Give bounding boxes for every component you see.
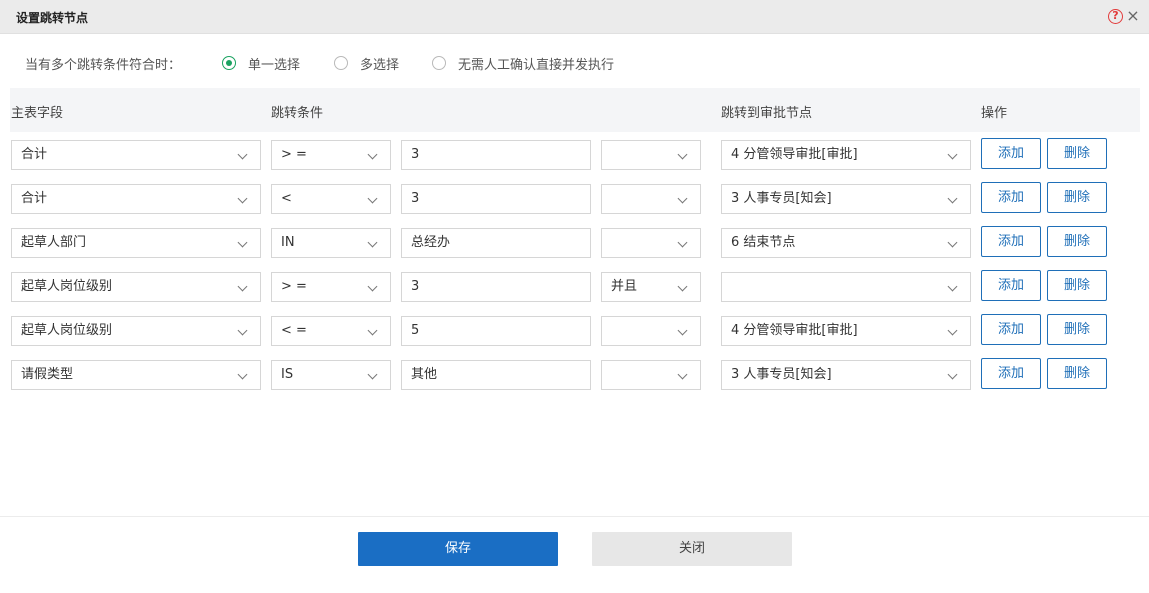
table-row: 合计 < 3 3 人事专员[知会] 添加 删除 [0,182,1149,214]
table-header: 主表字段 跳转条件 跳转到审批节点 操作 [10,88,1140,132]
dialog-title: 设置跳转节点 [16,11,89,25]
add-button[interactable]: 添加 [981,270,1041,301]
add-button[interactable]: 添加 [981,182,1041,213]
table-row: 合计 > = 3 4 分管领导审批[审批] 添加 删除 [0,138,1149,170]
condition-value-input[interactable]: 其他 [401,360,591,390]
operator-select[interactable]: IS [271,360,391,390]
condition-value-input[interactable]: 总经办 [401,228,591,258]
logic-select[interactable] [601,140,701,170]
header-action: 操作 [981,106,1008,121]
chevron-down-icon [677,325,688,336]
radio-circle[interactable] [334,56,348,70]
target-node-select[interactable]: 4 分管领导审批[审批] [721,140,971,170]
logic-select[interactable] [601,316,701,346]
logic-select[interactable] [601,184,701,214]
operator-select[interactable]: > = [271,272,391,302]
target-node-select[interactable] [721,272,971,302]
field-select[interactable]: 合计 [11,140,261,170]
header-target: 跳转到审批节点 [721,106,813,121]
chevron-down-icon [237,149,248,160]
add-button[interactable]: 添加 [981,226,1041,257]
target-node-select[interactable]: 3 人事专员[知会] [721,360,971,390]
delete-button[interactable]: 删除 [1047,270,1107,301]
logic-select[interactable]: 并且 [601,272,701,302]
condition-value-input[interactable]: 3 [401,140,591,170]
chevron-down-icon [367,281,378,292]
chevron-down-icon [367,193,378,204]
table-row: 请假类型 IS 其他 3 人事专员[知会] 添加 删除 [0,358,1149,390]
operator-select[interactable]: IN [271,228,391,258]
close-icon[interactable]: × [1126,6,1140,26]
header-condition: 跳转条件 [271,106,324,121]
radio-concurrent-execute[interactable]: 无需人工确认直接并发执行 [432,54,615,73]
delete-button[interactable]: 删除 [1047,358,1107,389]
chevron-down-icon [237,325,248,336]
chevron-down-icon [947,237,958,248]
radio-circle[interactable] [432,56,446,70]
operator-select[interactable]: > = [271,140,391,170]
chevron-down-icon [367,325,378,336]
delete-button[interactable]: 删除 [1047,226,1107,257]
chevron-down-icon [947,149,958,160]
chevron-down-icon [947,325,958,336]
field-select[interactable]: 合计 [11,184,261,214]
chevron-down-icon [237,237,248,248]
radio-single-select[interactable]: 单一选择 [222,54,301,73]
operator-select[interactable]: < [271,184,391,214]
add-button[interactable]: 添加 [981,358,1041,389]
chevron-down-icon [367,369,378,380]
radio-label: 无需人工确认直接并发执行 [458,57,615,73]
chevron-down-icon [237,281,248,292]
radio-label: 单一选择 [248,57,301,73]
footer-divider [0,516,1149,517]
field-select[interactable]: 起草人部门 [11,228,261,258]
chevron-down-icon [677,149,688,160]
table-row: 起草人部门 IN 总经办 6 结束节点 添加 删除 [0,226,1149,258]
chevron-down-icon [947,281,958,292]
chevron-down-icon [237,193,248,204]
target-node-select[interactable]: 3 人事专员[知会] [721,184,971,214]
table-row: 起草人岗位级别 < = 5 4 分管领导审批[审批] 添加 删除 [0,314,1149,346]
radio-circle[interactable] [222,56,236,70]
condition-value-input[interactable]: 3 [401,272,591,302]
add-button[interactable]: 添加 [981,314,1041,345]
table-row: 起草人岗位级别 > = 3 并且 添加 删除 [0,270,1149,302]
radio-multi-select[interactable]: 多选择 [334,54,400,73]
delete-button[interactable]: 删除 [1047,314,1107,345]
close-button[interactable]: 关闭 [592,532,792,566]
field-select[interactable]: 请假类型 [11,360,261,390]
dialog-titlebar: 设置跳转节点 ? × [0,0,1149,34]
chevron-down-icon [947,193,958,204]
logic-select[interactable] [601,360,701,390]
delete-button[interactable]: 删除 [1047,182,1107,213]
target-node-select[interactable]: 4 分管领导审批[审批] [721,316,971,346]
chevron-down-icon [947,369,958,380]
logic-select[interactable] [601,228,701,258]
chevron-down-icon [367,149,378,160]
add-button[interactable]: 添加 [981,138,1041,169]
operator-select[interactable]: < = [271,316,391,346]
jump-mode-label: 当有多个跳转条件符合时： [25,58,182,73]
field-select[interactable]: 起草人岗位级别 [11,272,261,302]
chevron-down-icon [677,237,688,248]
chevron-down-icon [677,369,688,380]
header-field: 主表字段 [11,106,64,121]
radio-label: 多选择 [360,57,400,73]
field-select[interactable]: 起草人岗位级别 [11,316,261,346]
target-node-select[interactable]: 6 结束节点 [721,228,971,258]
condition-value-input[interactable]: 3 [401,184,591,214]
jump-mode-row: 当有多个跳转条件符合时： 单一选择 多选择 无需人工确认直接并发执行 [0,50,1149,76]
save-button[interactable]: 保存 [358,532,558,566]
help-icon[interactable]: ? [1108,9,1123,24]
chevron-down-icon [367,237,378,248]
chevron-down-icon [237,369,248,380]
delete-button[interactable]: 删除 [1047,138,1107,169]
chevron-down-icon [677,193,688,204]
chevron-down-icon [677,281,688,292]
condition-value-input[interactable]: 5 [401,316,591,346]
